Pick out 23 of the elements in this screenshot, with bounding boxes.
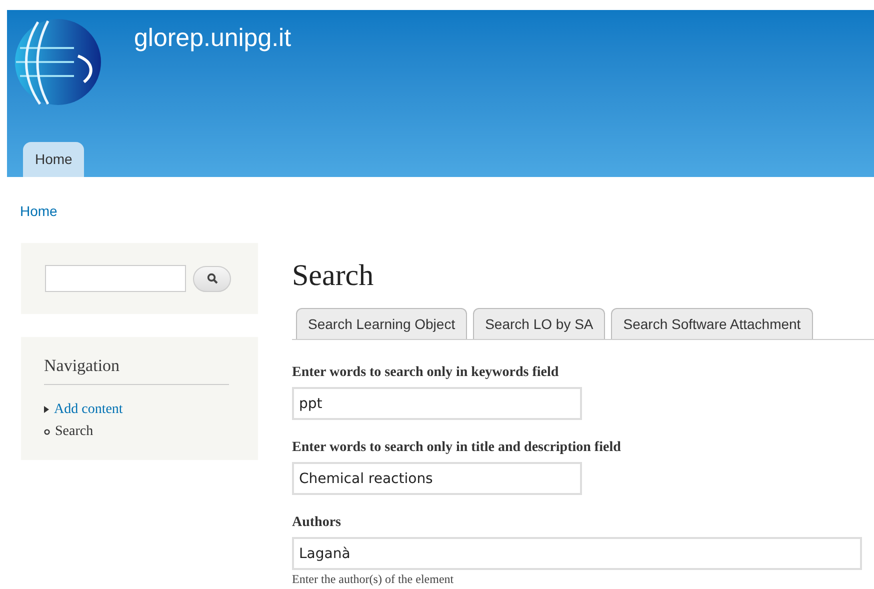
search-button[interactable] — [193, 266, 231, 292]
menu-link[interactable]: Add content — [54, 399, 123, 420]
search-tab[interactable]: Search Software Attachment — [611, 308, 813, 339]
block-title: Navigation — [44, 353, 229, 384]
nav-tab[interactable]: Home — [23, 142, 84, 177]
text-field[interactable]: Chemical reactions — [292, 462, 582, 495]
menu-link[interactable]: Search — [55, 421, 94, 442]
search-tab[interactable]: Search Learning Object — [296, 308, 468, 339]
field-label: Enter words to search only in title and description field — [292, 439, 621, 457]
search-field[interactable] — [45, 265, 186, 292]
field-description: Enter the author(s) of the element — [292, 573, 454, 585]
search-icon — [206, 273, 218, 284]
field-label: Enter words to search only in keywords field — [292, 364, 559, 382]
text-field[interactable]: Laganà — [292, 537, 862, 570]
collapsed-arrow-icon — [44, 406, 49, 413]
bullet-icon — [44, 428, 50, 434]
breadcrumb-link[interactable]: Home — [20, 201, 58, 222]
search-tab[interactable]: Search LO by SA — [473, 308, 606, 339]
globe-logo-icon[interactable] — [14, 18, 102, 106]
field-label: Authors — [292, 514, 342, 532]
site-name[interactable]: glorep.unipg.it — [134, 26, 292, 51]
text-field[interactable]: ppt — [292, 387, 582, 420]
page-title: Search — [292, 261, 374, 291]
